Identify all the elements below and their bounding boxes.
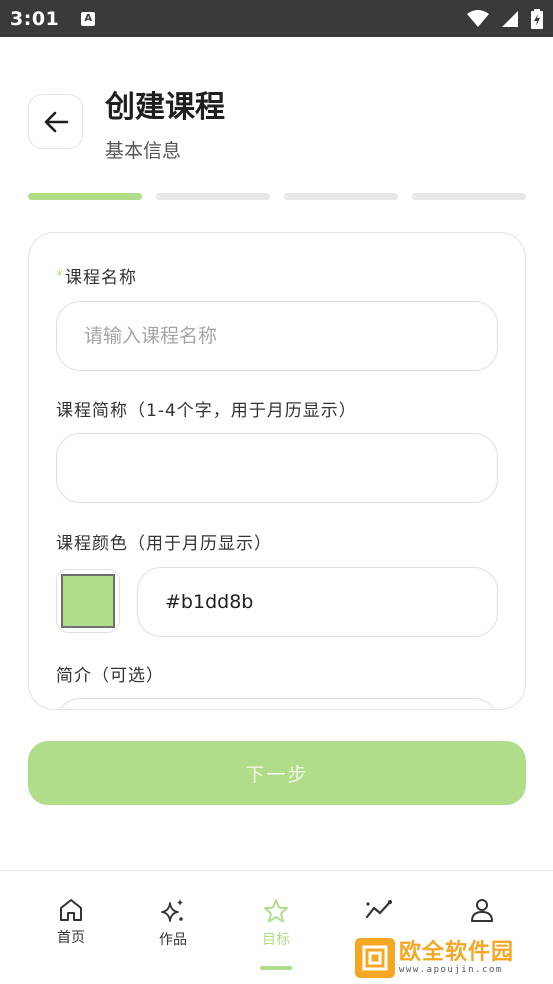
color-picker-button[interactable] [56, 569, 120, 633]
required-star: * [56, 268, 64, 284]
step-4 [412, 193, 526, 200]
arrow-left-icon [44, 111, 68, 132]
active-nav-indicator [260, 966, 292, 970]
watermark-logo-icon [355, 938, 395, 978]
watermark-title: 欧全软件园 [399, 940, 515, 965]
step-2 [156, 193, 270, 200]
course-short-name-input[interactable] [56, 433, 498, 503]
nav-item-works[interactable]: 作品 [123, 897, 223, 949]
course-color-input[interactable] [137, 567, 498, 637]
watermark: 欧全软件园 www.apoujin.com [355, 938, 547, 978]
battery-icon [531, 8, 543, 29]
watermark-text: 欧全软件园 www.apoujin.com [399, 940, 515, 976]
color-swatch [61, 574, 115, 628]
course-name-label-text: 课程名称 [65, 268, 137, 288]
course-short-name-label: 课程简称（1-4个字，用于月历显示） [56, 401, 357, 421]
nav-label-goals: 目标 [262, 932, 290, 948]
intro-textarea[interactable] [56, 698, 498, 709]
status-icons [467, 8, 543, 29]
next-step-button[interactable]: 下一步 [28, 741, 526, 805]
status-bar: 3:01 A [0, 0, 553, 37]
intro-label: 简介（可选） [56, 666, 164, 686]
nav-item-profile[interactable] [432, 897, 532, 927]
nav-label-home: 首页 [57, 930, 85, 946]
nav-item-goals[interactable]: 目标 [226, 897, 326, 949]
back-button[interactable] [28, 94, 83, 149]
signal-icon [502, 10, 518, 27]
nav-item-home[interactable]: 首页 [21, 897, 121, 947]
notification-app-icon: A [81, 11, 96, 26]
sparkle-icon [161, 899, 183, 922]
step-1 [28, 193, 142, 200]
trend-icon [365, 900, 392, 919]
home-icon [60, 899, 82, 921]
course-color-label: 课程颜色（用于月历显示） [56, 534, 272, 554]
page-subtitle: 基本信息 [105, 140, 182, 162]
course-name-label: *课程名称 [56, 263, 137, 288]
course-name-input[interactable] [56, 301, 498, 371]
person-icon [471, 899, 493, 922]
watermark-url: www.apoujin.com [399, 965, 503, 975]
status-time: 3:01 [10, 7, 60, 30]
nav-item-trends[interactable] [329, 897, 429, 927]
page-title: 创建课程 [105, 90, 225, 125]
step-progress [28, 193, 526, 200]
step-3 [284, 193, 398, 200]
course-form-card: *课程名称 课程简称（1-4个字，用于月历显示） 课程颜色（用于月历显示） 简介… [28, 232, 526, 710]
wifi-icon [467, 9, 489, 27]
nav-label-works: 作品 [159, 932, 187, 948]
star-icon [264, 899, 288, 923]
